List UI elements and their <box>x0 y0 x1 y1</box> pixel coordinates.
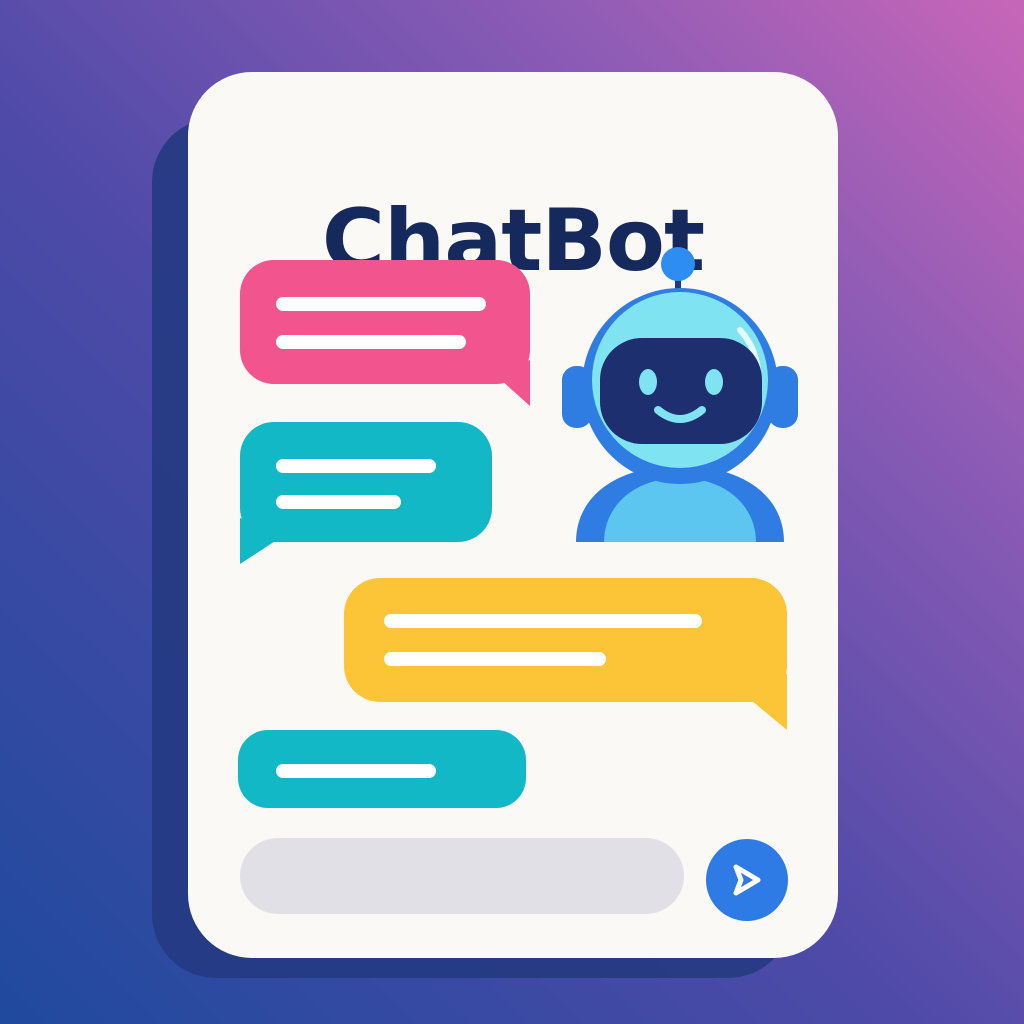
message-text-line <box>276 335 466 349</box>
message-bubble-pink[interactable] <box>240 260 532 406</box>
send-button[interactable] <box>706 839 788 921</box>
message-text-line <box>276 297 486 311</box>
message-text-line <box>384 652 606 666</box>
bubble-shape <box>240 260 530 406</box>
message-bubble-teal[interactable] <box>240 422 494 566</box>
message-text-line <box>384 614 702 628</box>
send-arrow-icon <box>733 864 761 896</box>
bubble-shape <box>240 422 492 564</box>
message-text-line <box>276 495 401 509</box>
message-input[interactable] <box>240 838 684 914</box>
robot-avatar-icon <box>562 247 798 542</box>
message-bubble-teal-small[interactable] <box>238 730 528 810</box>
message-text-line <box>276 764 436 778</box>
message-text-line <box>276 459 436 473</box>
message-bubble-yellow[interactable] <box>344 578 788 730</box>
chat-window: ChatBot <box>188 72 838 958</box>
